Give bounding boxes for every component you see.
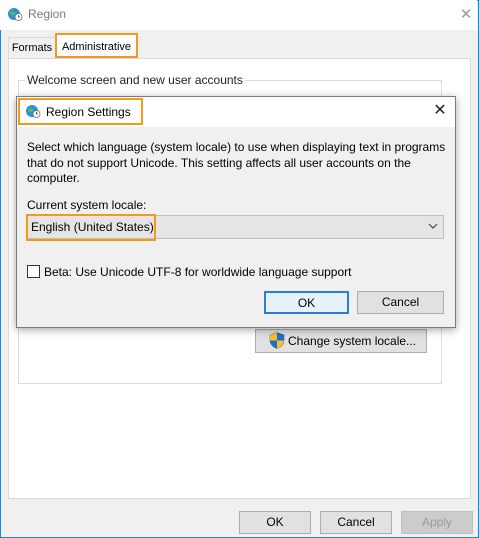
tab-formats[interactable]: Formats	[8, 37, 56, 59]
region-window-title: Region	[28, 7, 67, 21]
current-locale-label: Current system locale:	[27, 198, 147, 212]
region-settings-title: Region Settings	[46, 105, 131, 119]
cancel-button[interactable]: Cancel	[320, 511, 392, 534]
dialog-ok-button[interactable]: OK	[264, 291, 349, 314]
locale-description: Select which language (system locale) to…	[27, 140, 446, 185]
uac-shield-icon	[269, 332, 285, 349]
locale-highlight-box	[26, 214, 156, 241]
beta-utf8-checkbox[interactable]	[27, 265, 40, 278]
apply-button[interactable]: Apply	[401, 511, 473, 534]
globe-clock-icon	[26, 105, 41, 118]
tab-administrative[interactable]: Administrative	[55, 33, 138, 58]
beta-utf8-label[interactable]: Beta: Use Unicode UTF-8 for worldwide la…	[44, 265, 352, 279]
globe-clock-icon	[8, 8, 23, 21]
dialog-cancel-button[interactable]: Cancel	[357, 291, 444, 314]
welcome-group-label: Welcome screen and new user accounts	[25, 73, 245, 87]
region-settings-close-button[interactable]: ✕	[428, 99, 452, 123]
region-close-button[interactable]: ✕	[455, 4, 477, 26]
ok-button[interactable]: OK	[239, 511, 311, 534]
region-titlebar	[0, 0, 477, 30]
chevron-down-icon	[428, 223, 438, 229]
